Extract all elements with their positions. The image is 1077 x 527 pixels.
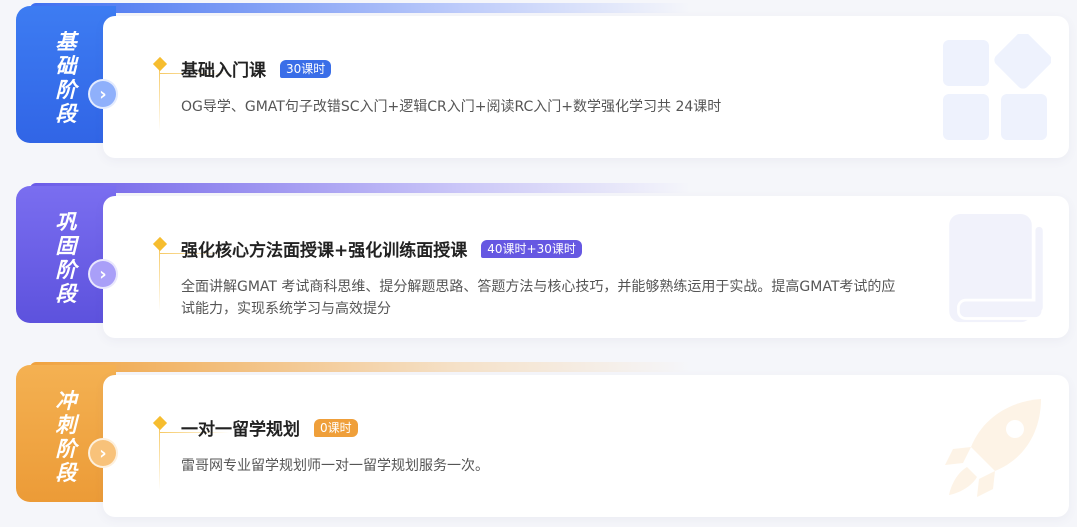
chevron-right-icon[interactable]: › — [88, 259, 118, 289]
diamond-icon — [152, 236, 168, 252]
stage-top-accent — [30, 3, 690, 13]
course-title: 强化核心方法面授课+强化训练面授课 — [181, 241, 468, 261]
diamond-icon — [152, 415, 168, 431]
grid-icon — [943, 34, 1051, 140]
timeline-line — [159, 428, 160, 490]
stage-sprint: 冲刺阶段 › 一对一留学规划 0课时 雷哥网专业留学规划师一对一留学规划服务一次… — [0, 362, 1077, 522]
course-card: 基础入门课 30课时 OG导学、GMAT句子改错SC入门+逻辑CR入门+阅读RC… — [103, 16, 1069, 158]
course-card: 一对一留学规划 0课时 雷哥网专业留学规划师一对一留学规划服务一次。 — [103, 375, 1069, 517]
stage-label: 冲刺阶段 — [55, 389, 77, 485]
course-title-row: 一对一留学规划 0课时 — [181, 415, 358, 440]
course-title-row: 强化核心方法面授课+强化训练面授课 40课时+30课时 — [181, 236, 582, 261]
stage-label: 巩固阶段 — [55, 210, 77, 306]
rocket-icon — [945, 399, 1041, 497]
stage-tab: 基础阶段 — [16, 6, 116, 143]
hours-badge: 0课时 — [314, 418, 358, 437]
book-icon — [949, 214, 1045, 323]
timeline-line — [159, 69, 160, 131]
hours-badge: 40课时+30课时 — [481, 239, 582, 258]
chevron-right-icon[interactable]: › — [88, 438, 118, 468]
course-title: 基础入门课 — [181, 61, 266, 81]
course-description: 全面讲解GMAT 考试商科思维、提分解题思路、答题方法与核心技巧，并能够熟练运用… — [181, 279, 896, 317]
stage-tab: 巩固阶段 — [16, 186, 116, 323]
stage-basic: 基础阶段 › 基础入门课 30课时 OG导学、GMAT句子改错SC入门+逻辑CR… — [0, 3, 1077, 163]
stage-top-accent — [30, 362, 690, 372]
diamond-icon — [152, 56, 168, 72]
course-description: OG导学、GMAT句子改错SC入门+逻辑CR入门+阅读RC入门+数学强化学习共 … — [181, 99, 722, 115]
stage-label: 基础阶段 — [55, 30, 77, 126]
timeline-line — [159, 249, 160, 311]
stage-tab: 冲刺阶段 — [16, 365, 116, 502]
chevron-right-icon[interactable]: › — [88, 79, 118, 109]
course-description: 雷哥网专业留学规划师一对一留学规划服务一次。 — [181, 458, 489, 474]
hours-badge: 30课时 — [280, 59, 332, 78]
stage-consolidate: 巩固阶段 › 强化核心方法面授课+强化训练面授课 40课时+30课时 全面讲解G… — [0, 183, 1077, 343]
course-card: 强化核心方法面授课+强化训练面授课 40课时+30课时 全面讲解GMAT 考试商… — [103, 196, 1069, 338]
course-title-row: 基础入门课 30课时 — [181, 56, 332, 81]
course-title: 一对一留学规划 — [181, 420, 300, 440]
stage-top-accent — [30, 183, 690, 193]
